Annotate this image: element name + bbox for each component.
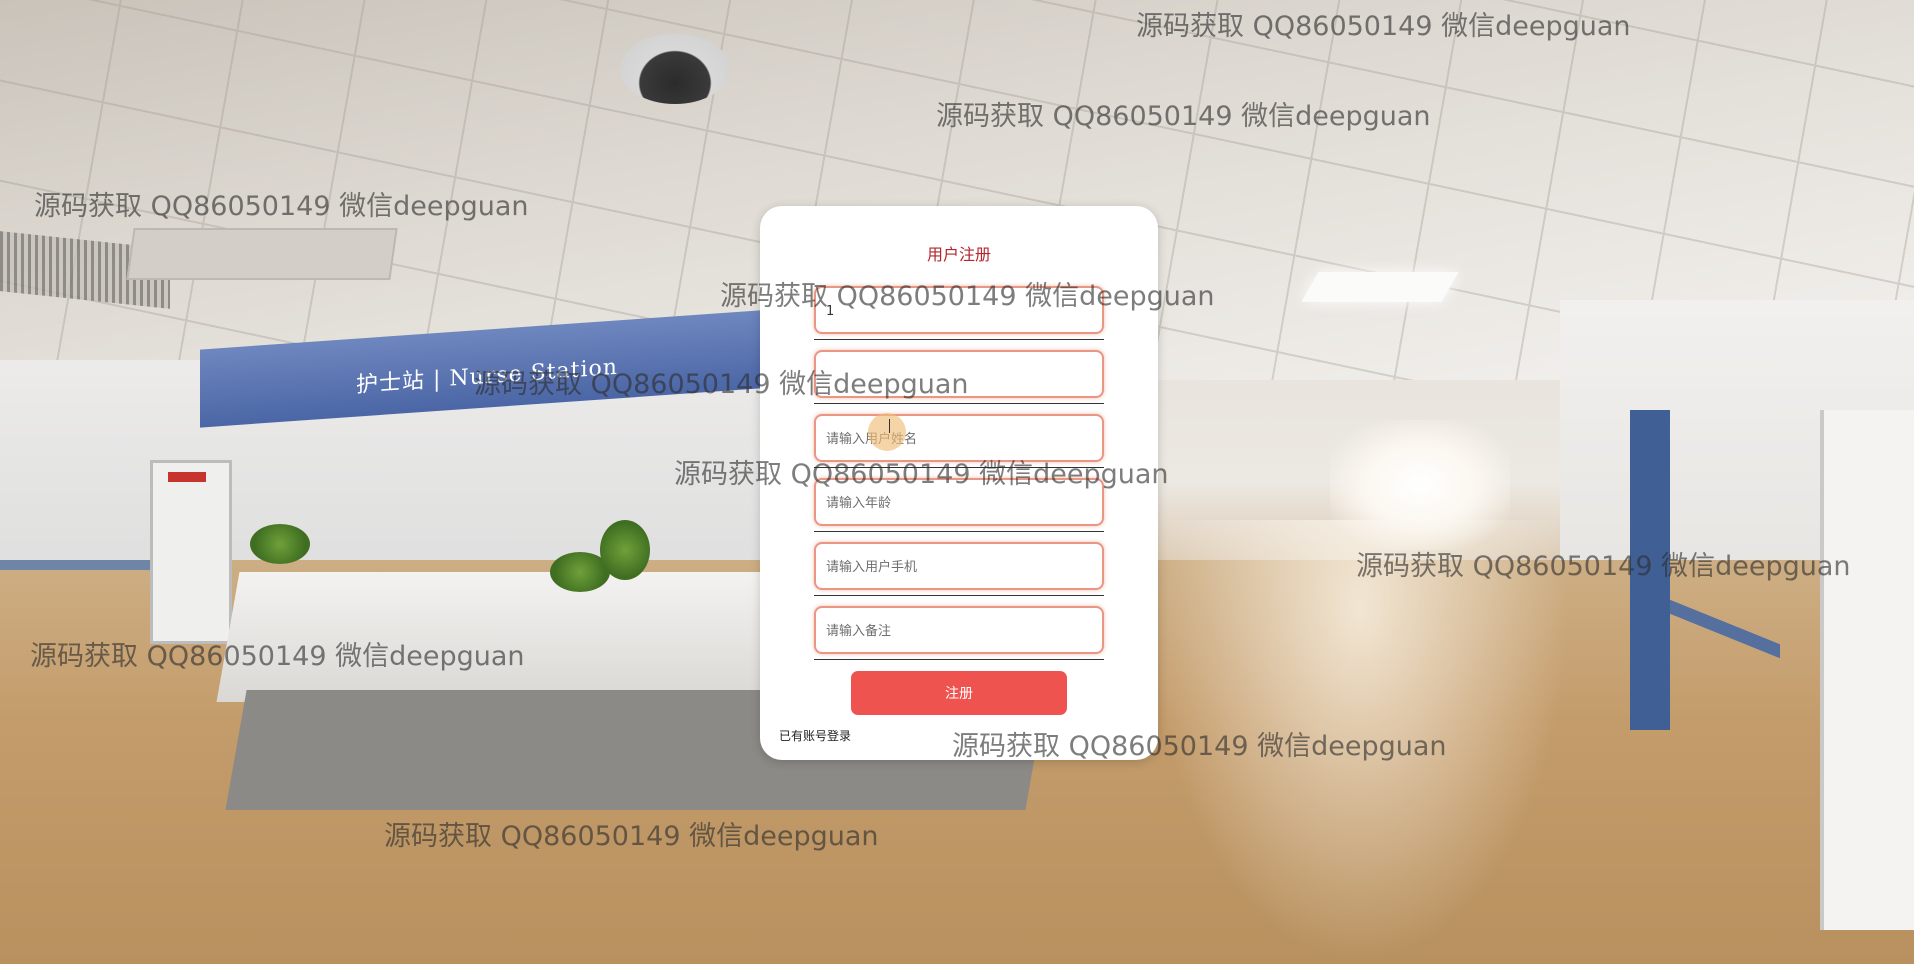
ceiling-panel <box>126 228 398 280</box>
remark-input[interactable] <box>824 608 1098 654</box>
field-divider <box>814 403 1104 404</box>
register-field-box <box>814 478 1104 526</box>
security-camera <box>620 34 730 104</box>
corridor-window-light <box>1330 420 1510 550</box>
phone-input[interactable] <box>824 544 1098 590</box>
field-divider <box>814 659 1104 660</box>
field-divider <box>814 467 1104 468</box>
cursor-highlight <box>868 413 906 451</box>
register-title: 用户注册 <box>926 245 991 264</box>
ceiling-light <box>1301 272 1459 302</box>
register-field-box <box>814 350 1104 398</box>
login-link[interactable]: 已有账号登录 <box>779 727 851 744</box>
age-input[interactable] <box>824 480 1098 526</box>
handrail-left <box>0 560 150 570</box>
door-frame-right <box>1630 410 1670 730</box>
register-card: 用户注册 注册 已有账号登录 <box>760 206 1158 760</box>
plant <box>250 524 310 564</box>
register-button[interactable]: 注册 <box>851 671 1067 715</box>
register-field-box <box>814 542 1104 590</box>
text-cursor-icon <box>889 419 890 433</box>
field-divider <box>814 531 1104 532</box>
register-field-box <box>814 414 1104 462</box>
name-input[interactable] <box>824 416 1098 462</box>
account-input[interactable] <box>824 288 1098 334</box>
plant <box>600 520 650 580</box>
field-divider <box>814 339 1104 340</box>
floor-reflection <box>1150 520 1570 964</box>
field-divider <box>814 595 1104 596</box>
door-left <box>150 460 232 644</box>
door-sign <box>168 472 206 482</box>
password-input[interactable] <box>824 352 1098 398</box>
door-right <box>1820 410 1914 930</box>
register-field-box <box>814 606 1104 654</box>
register-field-box <box>814 286 1104 334</box>
